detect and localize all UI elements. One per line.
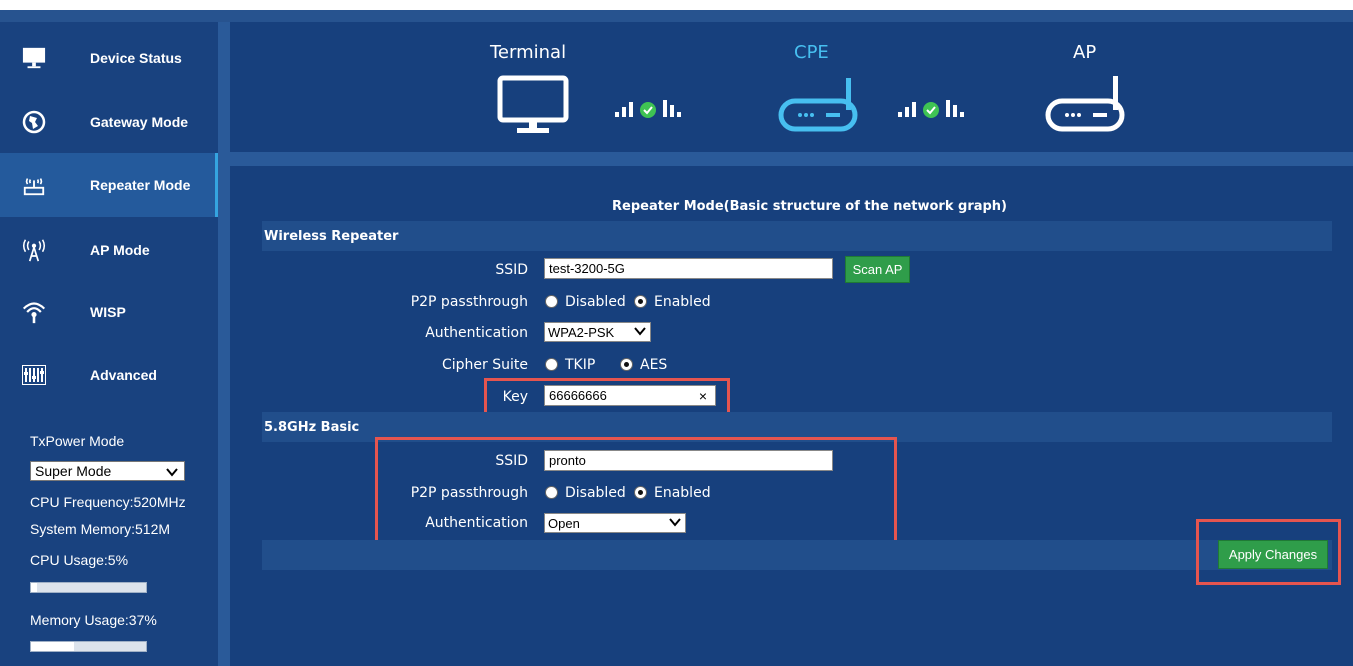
horizontal-divider [230,152,1353,166]
cpe-label: CPE [794,42,829,63]
system-memory: System Memory:512M [30,521,171,537]
monitor-icon [22,46,46,70]
sidebar-item-gateway-mode[interactable]: Gateway Mode [0,90,218,154]
signal-bars-icon [898,98,922,123]
top-stripe [0,0,1353,10]
scan-ap-button[interactable]: Scan AP [845,256,910,283]
top-band [0,10,1353,22]
p2p-enabled-label: Enabled [654,294,711,310]
cpu-usage-fill [31,583,37,592]
sidebar-item-label: Device Status [90,50,182,66]
sidebar-item-label: Repeater Mode [90,177,191,193]
txpower-value: Super Mode [35,463,112,479]
check-circle-icon [923,102,939,123]
sidebar-item-label: AP Mode [90,242,150,258]
chevron-down-icon [634,325,646,340]
p2p-disabled-label: Disabled [565,294,626,310]
wireless-repeater-title: Wireless Repeater [264,229,399,244]
highlight-basic-box [375,437,897,551]
p2p-disabled-radio[interactable] [545,295,558,308]
signal-bars-reverse-icon [946,98,970,123]
cipher-aes-label: AES [640,357,668,373]
wireless-repeater-header [262,221,1332,251]
sidebar-item-label: Advanced [90,367,157,383]
memory-usage-fill [31,642,74,651]
cpe-router-icon [778,76,860,139]
memory-usage: Memory Usage:37% [30,612,157,628]
highlight-apply-box [1196,519,1341,585]
p2p-passthrough-label: P2P passthrough [410,294,528,310]
ap-label: AP [1073,42,1097,63]
terminal-icon [497,75,569,142]
check-circle-icon [640,102,656,123]
sidebar-item-advanced[interactable]: Advanced [0,343,218,407]
txpower-select[interactable]: Super Mode [30,461,185,481]
authentication-value: WPA2-PSK [548,324,615,340]
memory-usage-bar [30,641,147,652]
cpu-frequency: CPU Frequency:520MHz [30,494,186,510]
antenna-icon [22,238,46,262]
cpu-usage: CPU Usage:5% [30,552,129,568]
cipher-aes-radio[interactable] [620,358,633,371]
cipher-tkip-label: TKIP [565,357,596,373]
cipher-suite-label: Cipher Suite [442,357,528,373]
page-title: Repeater Mode(Basic structure of the net… [612,199,1008,214]
vertical-divider [218,22,230,666]
repeater-ssid-input[interactable]: test-3200-5G [544,258,833,279]
terminal-label: Terminal [490,42,567,63]
signal-bars-icon [615,98,639,123]
repeater-authentication-select[interactable]: WPA2-PSK [544,322,651,342]
sidebar-item-ap-mode[interactable]: AP Mode [0,218,218,282]
sidebar-item-repeater-mode[interactable]: Repeater Mode [0,153,218,217]
sidebar-item-wisp[interactable]: WISP [0,280,218,344]
ap-router-icon [1045,74,1127,139]
chevron-down-icon [166,465,178,481]
sidebar-item-label: WISP [90,304,126,320]
signal-bars-reverse-icon [663,98,687,123]
cipher-tkip-radio[interactable] [545,358,558,371]
globe-icon [22,110,46,134]
ssid-label: SSID [495,262,528,278]
p2p-enabled-radio[interactable] [634,295,647,308]
authentication-label: Authentication [425,325,528,341]
wifi-icon [22,300,46,324]
equalizer-icon [22,363,46,387]
sidebar-item-device-status[interactable]: Device Status [0,26,218,90]
router-signal-icon [22,173,46,197]
basic-58-title: 5.8GHz Basic [264,420,360,435]
apply-bar [262,540,1332,570]
sidebar-item-label: Gateway Mode [90,114,189,130]
txpower-label: TxPower Mode [30,433,125,449]
sidebar: Device Status Gateway Mode Repeater Mode… [0,22,218,666]
cpu-usage-bar [30,582,147,593]
